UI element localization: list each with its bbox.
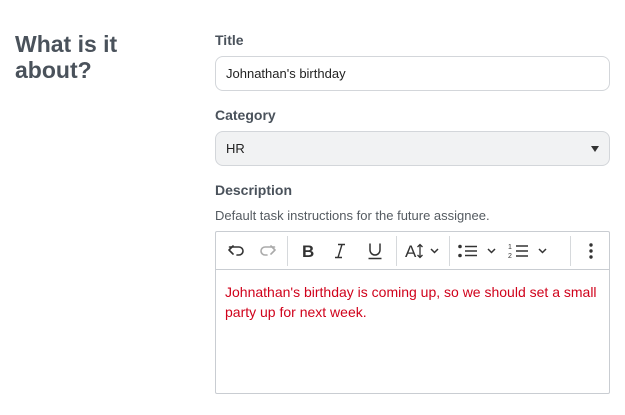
numbered-list-button[interactable]: 1 2: [506, 232, 551, 270]
svg-text:B: B: [302, 243, 314, 259]
category-select[interactable]: HR: [215, 131, 610, 166]
toolbar-separator: [449, 236, 450, 266]
svg-text:2: 2: [508, 253, 512, 260]
redo-button[interactable]: [254, 232, 282, 270]
rich-text-editor: B A 1 2 Johnathan's birthday is coming u…: [215, 231, 610, 394]
title-input[interactable]: [215, 56, 610, 91]
italic-icon: [335, 243, 345, 259]
toolbar-separator: [570, 236, 571, 266]
section-heading: What is it about?: [15, 31, 118, 83]
toolbar-separator: [287, 236, 288, 266]
more-options-button[interactable]: [578, 232, 604, 270]
category-label: Category: [215, 107, 276, 123]
undo-button[interactable]: [222, 232, 250, 270]
italic-button[interactable]: [326, 232, 354, 270]
underline-button[interactable]: [361, 232, 389, 270]
underline-icon: [368, 243, 382, 260]
more-options-icon: [589, 243, 593, 259]
bold-button[interactable]: B: [294, 232, 322, 270]
caret-down-icon: [591, 145, 599, 152]
font-size-button[interactable]: A: [402, 232, 444, 270]
category-selected-value: HR: [226, 141, 245, 156]
toolbar-separator: [396, 236, 397, 266]
description-helper-text: Default task instructions for the future…: [215, 208, 490, 223]
description-label: Description: [215, 182, 293, 198]
svg-text:A: A: [405, 242, 417, 260]
font-size-icon: A: [405, 242, 439, 260]
numbered-list-icon: 1 2: [508, 244, 547, 260]
undo-icon: [228, 245, 244, 256]
editor-toolbar: B A 1 2: [216, 232, 609, 270]
bulleted-list-button[interactable]: [455, 232, 500, 270]
redo-icon: [260, 245, 276, 256]
title-label: Title: [215, 32, 244, 48]
editor-content[interactable]: Johnathan's birthday is coming up, so we…: [216, 270, 609, 334]
bulleted-list-icon: [457, 244, 496, 258]
svg-text:1: 1: [508, 244, 512, 251]
bold-icon: B: [302, 243, 314, 259]
